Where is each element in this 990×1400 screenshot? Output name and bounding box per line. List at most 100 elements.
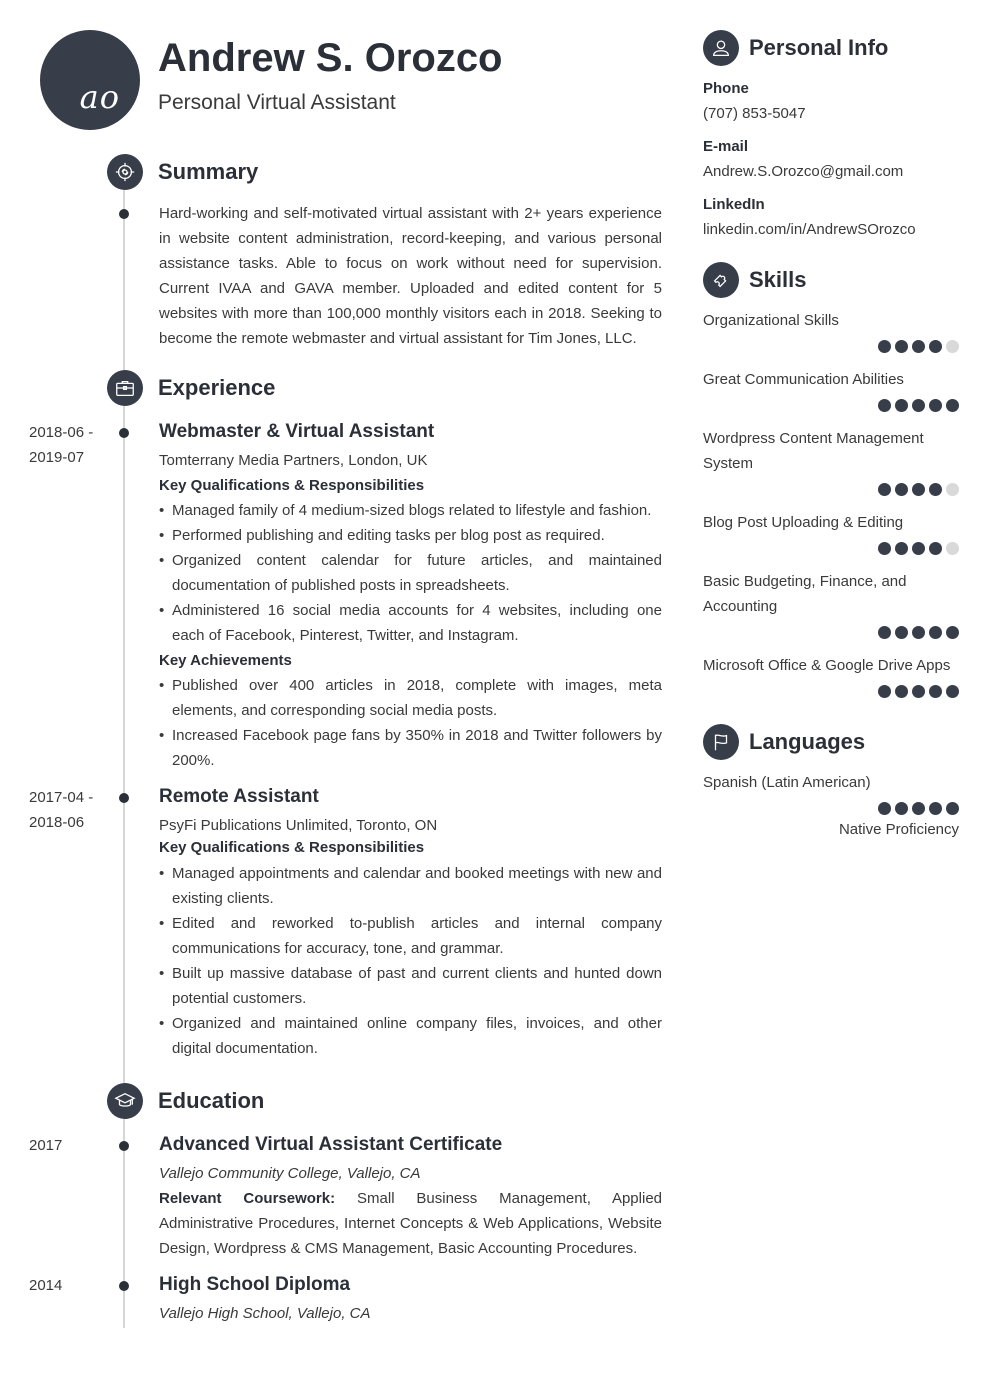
responsibilities-heading: Key Qualifications & Responsibilities — [159, 839, 425, 856]
list-item: Built up massive database of past and cu… — [159, 961, 662, 1011]
coursework: Relevant Coursework: Small Business Mana… — [159, 1186, 662, 1261]
language-item: Spanish (Latin American) Native Proficie… — [703, 770, 959, 842]
job-entry: Webmaster & Virtual Assistant Tomterrany… — [159, 419, 662, 773]
experience-section-icon — [107, 370, 143, 406]
responsibilities-list: Managed appointments and calendar and bo… — [159, 861, 662, 1061]
linkedin-label: LinkedIn — [703, 196, 765, 213]
timeline-dot — [119, 209, 129, 219]
phone-label: Phone — [703, 80, 749, 97]
experience-heading: Experience — [158, 375, 276, 400]
rating-dot-filled — [895, 685, 908, 698]
timeline-dot — [119, 1141, 129, 1151]
list-item: Published over 400 articles in 2018, com… — [159, 673, 662, 723]
personal-info-heading: Personal Info — [749, 35, 889, 60]
rating-dot-filled — [878, 802, 891, 815]
rating-dot-filled — [929, 542, 942, 555]
achievements-heading: Key Achievements — [159, 652, 292, 669]
candidate-name: Andrew S. Orozco — [158, 36, 503, 80]
skill-item: Wordpress Content Management System — [703, 426, 959, 496]
degree-title: Advanced Virtual Assistant Certificate — [159, 1134, 503, 1155]
rating-dot-filled — [929, 802, 942, 815]
email-label: E-mail — [703, 138, 749, 155]
personal-info-section-icon — [703, 30, 739, 66]
skill-item: Organizational Skills — [703, 308, 959, 353]
responsibilities-list: Managed family of 4 medium-sized blogs r… — [159, 498, 662, 648]
education-section-icon — [107, 1083, 143, 1119]
rating-dot-filled — [878, 685, 891, 698]
rating-dot-filled — [912, 626, 925, 639]
languages-heading: Languages — [749, 729, 866, 754]
job-title: Remote Assistant — [159, 786, 319, 807]
rating-dot-empty — [946, 542, 959, 555]
rating-dot-filled — [895, 542, 908, 555]
rating-dot-filled — [878, 626, 891, 639]
skill-item: Blog Post Uploading & Editing — [703, 510, 959, 555]
email-value: Andrew.S.Orozco@gmail.com — [703, 163, 904, 180]
education-year: 2017 — [29, 1137, 63, 1154]
skills-heading: Skills — [749, 267, 807, 292]
skill-name: Wordpress Content Management System — [703, 430, 924, 472]
list-item: Administered 16 social media accounts fo… — [159, 598, 662, 648]
rating-dot-filled — [912, 802, 925, 815]
rating-dot-filled — [929, 483, 942, 496]
list-item: Organized and maintained online company … — [159, 1011, 662, 1061]
languages-section-icon — [703, 724, 739, 760]
responsibilities-heading: Key Qualifications & Responsibilities — [159, 477, 425, 494]
skill-name: Microsoft Office & Google Drive Apps — [703, 657, 951, 674]
skill-name: Organizational Skills — [703, 312, 839, 329]
skill-rating — [703, 483, 959, 496]
linkedin-value: linkedin.com/in/AndrewSOrozco — [703, 221, 916, 238]
timeline-dot — [119, 793, 129, 803]
timeline-dot — [119, 1281, 129, 1291]
rating-dot-filled — [878, 399, 891, 412]
rating-dot-filled — [912, 685, 925, 698]
skill-item: Great Communication Abilities — [703, 367, 959, 412]
rating-dot-empty — [946, 340, 959, 353]
skill-rating — [703, 685, 959, 698]
user-icon — [713, 40, 729, 56]
education-heading: Education — [158, 1088, 265, 1113]
rating-dot-filled — [878, 483, 891, 496]
job-date-end: 2018-06 — [29, 814, 85, 831]
personal-info-header: Personal Info — [703, 30, 888, 66]
rating-dot-filled — [929, 340, 942, 353]
rating-dot-filled — [929, 399, 942, 412]
job-date-start: 2017-04 - — [29, 789, 94, 806]
rating-dot-filled — [946, 685, 959, 698]
candidate-title: Personal Virtual Assistant — [158, 91, 396, 114]
flag-icon — [714, 734, 728, 751]
rating-dot-filled — [878, 340, 891, 353]
graduation-cap-icon — [114, 1092, 136, 1107]
rating-dot-filled — [929, 626, 942, 639]
list-item: Managed appointments and calendar and bo… — [159, 861, 662, 911]
skill-item: Microsoft Office & Google Drive Apps — [703, 653, 959, 698]
rating-dot-filled — [895, 483, 908, 496]
list-item: Edited and reworked to-publish articles … — [159, 911, 662, 961]
avatar: ao — [40, 30, 140, 130]
job-title: Webmaster & Virtual Assistant — [159, 421, 435, 442]
language-level: Native Proficiency — [838, 821, 959, 838]
skill-rating — [703, 340, 959, 353]
puzzle-icon — [713, 274, 727, 288]
skill-rating — [703, 542, 959, 555]
school-name: Vallejo Community College, Vallejo, CA — [159, 1165, 421, 1182]
coursework-label: Relevant Coursework: — [159, 1190, 336, 1207]
job-date: 2018-06 - 2019-07 — [29, 420, 109, 470]
rating-dot-filled — [895, 626, 908, 639]
rating-dot-filled — [912, 340, 925, 353]
education-entry: High School Diploma Vallejo High School,… — [159, 1272, 662, 1326]
skill-name: Basic Budgeting, Finance, and Accounting — [703, 573, 907, 615]
skill-name: Great Communication Abilities — [703, 371, 904, 388]
job-company: Tomterrany Media Partners, London, UK — [159, 452, 428, 469]
rating-dot-filled — [912, 483, 925, 496]
rating-dot-filled — [895, 802, 908, 815]
skill-name: Blog Post Uploading & Editing — [703, 514, 904, 531]
rating-dot-filled — [946, 802, 959, 815]
skill-rating — [703, 626, 959, 639]
language-name: Spanish (Latin American) — [703, 774, 871, 791]
skill-item: Basic Budgeting, Finance, and Accounting — [703, 569, 959, 639]
job-date-start: 2018-06 - — [29, 424, 94, 441]
job-entry: Remote Assistant PsyFi Publications Unli… — [159, 784, 662, 1061]
rating-dot-filled — [912, 542, 925, 555]
rating-dot-filled — [895, 399, 908, 412]
